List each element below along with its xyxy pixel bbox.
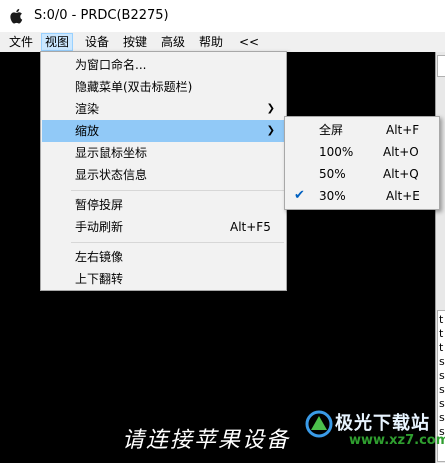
menu-item-rename-window[interactable]: 为窗口命名...	[42, 54, 285, 76]
menu-item-shortcut: Alt+F	[386, 123, 420, 137]
menu-item-render[interactable]: 渲染 ❯	[42, 98, 285, 120]
menu-bar: 文件 视图 设备 按键 高级 帮助 <<	[0, 32, 445, 52]
menu-item-label: 显示鼠标坐标	[75, 146, 148, 160]
menu-item-shortcut: Alt+E	[386, 189, 420, 203]
watermark-url: www.xz7.com	[349, 433, 445, 448]
side-box-top	[437, 55, 445, 77]
apple-icon	[10, 8, 23, 24]
menu-item-show-status[interactable]: 显示状态信息	[42, 164, 285, 186]
menu-item-label: 100%	[319, 145, 354, 159]
menu-collapse[interactable]: <<	[236, 34, 262, 50]
menu-separator	[71, 242, 284, 243]
log-char: t	[439, 327, 444, 340]
menu-item-manual-refresh[interactable]: 手动刷新 Alt+F5	[42, 216, 285, 238]
menu-item-shortcut: Alt+F5	[230, 220, 271, 234]
menu-advanced[interactable]: 高级	[158, 34, 188, 50]
menu-item-zoom[interactable]: 缩放 ❯	[42, 120, 285, 142]
menu-item-pause-cast[interactable]: 暂停投屏	[42, 194, 285, 216]
menu-item-label: 全屏	[319, 123, 344, 137]
chevron-right-icon: ❯	[266, 103, 275, 114]
title-bar[interactable]: S:0/0 - PRDC(B2275)	[0, 0, 445, 32]
menu-item-show-mouse-coords[interactable]: 显示鼠标坐标	[42, 142, 285, 164]
menu-separator	[71, 190, 284, 191]
menu-item-label: 手动刷新	[75, 220, 124, 234]
side-panel: t t t s s s s s s	[435, 52, 445, 463]
zoom-submenu: 全屏 Alt+F 100% Alt+O 50% Alt+Q ✔ 30% Alt+…	[284, 116, 440, 210]
menu-item-label: 30%	[319, 189, 346, 203]
window-title: S:0/0 - PRDC(B2275)	[34, 8, 169, 23]
menu-item-label: 左右镜像	[75, 250, 124, 264]
menu-item-label: 渲染	[75, 102, 100, 116]
menu-item-hide-menu[interactable]: 隐藏菜单(双击标题栏)	[42, 76, 285, 98]
menu-item-label: 隐藏菜单(双击标题栏)	[75, 80, 193, 94]
menu-item-label: 显示状态信息	[75, 168, 148, 182]
watermark-title: 极光下载站	[335, 413, 430, 434]
watermark-logo-icon	[305, 410, 333, 438]
menu-view[interactable]: 视图	[41, 33, 74, 51]
log-char: s	[439, 355, 445, 368]
menu-file[interactable]: 文件	[6, 34, 36, 50]
watermark: 极光下载站 www.xz7.com	[305, 408, 445, 460]
menu-help[interactable]: 帮助	[196, 34, 226, 50]
chevron-right-icon: ❯	[266, 125, 275, 136]
menu-device[interactable]: 设备	[82, 34, 112, 50]
zoom-item-100[interactable]: 100% Alt+O	[286, 141, 438, 163]
view-menu: 为窗口命名... 隐藏菜单(双击标题栏) 渲染 ❯ 缩放 ❯ 显示鼠标坐标 显示…	[40, 51, 287, 291]
menu-keys[interactable]: 按键	[120, 34, 150, 50]
log-char: s	[439, 397, 445, 410]
menu-item-flip-vertical[interactable]: 上下翻转	[42, 268, 285, 290]
menu-item-label: 为窗口命名...	[75, 58, 147, 72]
menu-item-label: 缩放	[75, 124, 100, 138]
log-char: s	[439, 383, 445, 396]
menu-item-shortcut: Alt+Q	[383, 167, 419, 181]
menu-item-mirror-horizontal[interactable]: 左右镜像	[42, 246, 285, 268]
log-char: s	[439, 369, 445, 382]
menu-item-label: 50%	[319, 167, 346, 181]
log-char: t	[439, 341, 444, 354]
checkmark-icon: ✔	[294, 188, 305, 203]
zoom-item-30[interactable]: ✔ 30% Alt+E	[286, 185, 438, 207]
zoom-item-50[interactable]: 50% Alt+Q	[286, 163, 438, 185]
menu-item-label: 暂停投屏	[75, 198, 124, 212]
log-char: t	[439, 313, 444, 326]
zoom-item-fullscreen[interactable]: 全屏 Alt+F	[286, 119, 438, 141]
menu-item-shortcut: Alt+O	[383, 145, 419, 159]
connect-message: 请连接苹果设备	[122, 428, 291, 453]
log-char: s	[439, 411, 445, 424]
menu-item-label: 上下翻转	[75, 272, 124, 286]
